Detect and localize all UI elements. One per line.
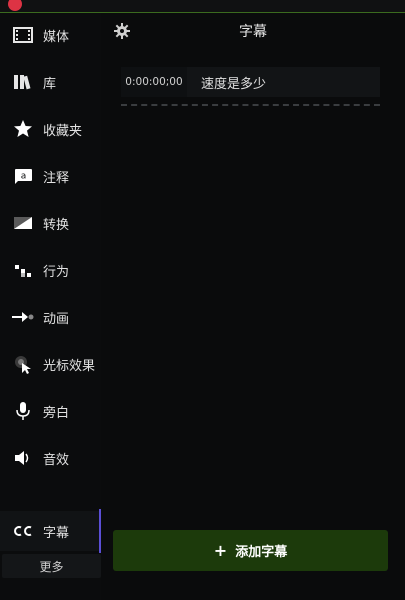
film-icon [12, 24, 34, 46]
add-caption-button[interactable]: + 添加字幕 [113, 530, 388, 571]
sidebar-item-media[interactable]: 媒体 [0, 15, 101, 55]
annotation-icon: a [12, 165, 34, 187]
sidebar-item-cursor-effects[interactable]: 光标效果 [0, 344, 101, 384]
sidebar-item-label: 库 [43, 76, 57, 92]
add-caption-label: 添加字幕 [235, 545, 288, 560]
transition-icon [12, 212, 34, 234]
sidebar-item-label: 光标效果 [43, 358, 96, 374]
sidebar-item-favorites[interactable]: 收藏夹 [0, 109, 101, 149]
caption-insert-divider [121, 104, 380, 106]
sidebar-item-library[interactable]: 库 [0, 62, 101, 102]
sidebar-item-captions[interactable]: 字幕 [0, 509, 101, 553]
more-button[interactable]: 更多 [2, 554, 101, 578]
panel-title: 字幕 [239, 24, 267, 40]
sidebar-item-label: 收藏夹 [43, 123, 83, 139]
sidebar-item-annotations[interactable]: a 注释 [0, 156, 101, 196]
sidebar-item-transitions[interactable]: 转换 [0, 203, 101, 243]
captions-panel: 字幕 0:00:00;00 速度是多少 + 添加字幕 [101, 13, 405, 600]
caption-timestamp[interactable]: 0:00:00;00 [121, 67, 187, 97]
sidebar-item-label: 行为 [43, 264, 70, 280]
cc-icon [12, 520, 34, 542]
speaker-icon [12, 447, 34, 469]
sidebar-item-animations[interactable]: 动画 [0, 297, 101, 337]
sidebar-item-voice-narration[interactable]: 旁白 [0, 391, 101, 431]
behavior-icon [12, 259, 34, 281]
sidebar-item-label: 注释 [43, 170, 70, 186]
plus-icon: + [213, 540, 228, 560]
microphone-icon [12, 400, 34, 422]
sidebar-item-label: 音效 [43, 452, 70, 468]
sidebar-item-label: 媒体 [43, 29, 70, 45]
animation-icon [12, 306, 34, 328]
sidebar-item-label: 字幕 [43, 525, 70, 541]
cursor-effect-icon [12, 353, 34, 375]
app-header [0, 0, 405, 13]
star-icon [12, 118, 34, 140]
sidebar: 媒体 库 收藏夹 a 注释 转换 行为 动画 光标效果 旁白 音效 字幕 更多 [0, 13, 101, 600]
svg-text:a: a [21, 172, 27, 182]
sidebar-item-audio-effects[interactable]: 音效 [0, 438, 101, 478]
sidebar-item-label: 动画 [43, 311, 70, 327]
sidebar-item-label: 转换 [43, 217, 70, 233]
app-logo-icon [8, 0, 22, 11]
sidebar-item-behaviors[interactable]: 行为 [0, 250, 101, 290]
caption-text[interactable]: 速度是多少 [187, 67, 380, 97]
library-icon [12, 71, 34, 93]
caption-row[interactable]: 0:00:00;00 速度是多少 [121, 67, 380, 97]
sidebar-item-label: 旁白 [43, 405, 70, 421]
